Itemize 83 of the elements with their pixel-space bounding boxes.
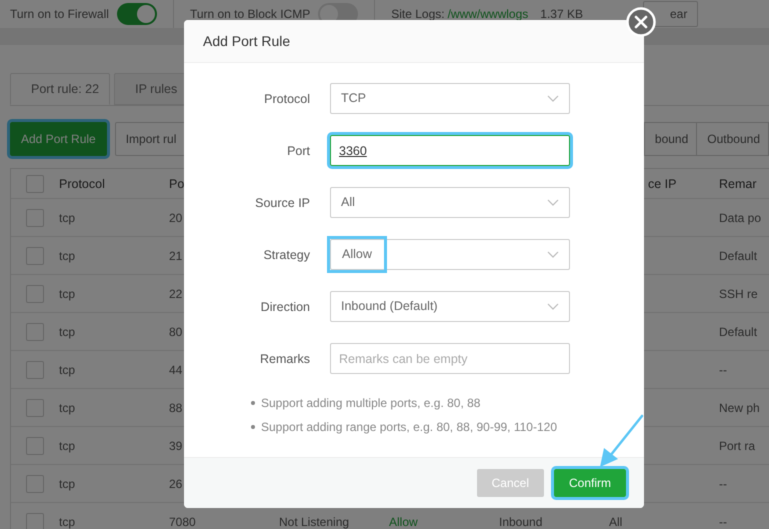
chevron-icon bbox=[547, 251, 559, 258]
field-label: Protocol bbox=[263, 92, 310, 106]
select-field[interactable]: TCP bbox=[330, 83, 570, 114]
field-label: Port bbox=[286, 144, 310, 158]
bullet-icon bbox=[251, 401, 255, 405]
checkbox[interactable] bbox=[26, 512, 44, 529]
column-header: Po bbox=[169, 176, 184, 190]
table-cell: 39 bbox=[169, 438, 182, 452]
column-header: Remar bbox=[719, 176, 757, 190]
hint-text: Support adding range ports, e.g. 80, 88, 90-99, 110-120 bbox=[261, 420, 557, 434]
table-cell: tcp bbox=[59, 438, 76, 452]
chevron-icon bbox=[547, 303, 559, 310]
table-cell: -- bbox=[719, 362, 727, 376]
checkbox[interactable] bbox=[26, 474, 44, 492]
checkbox[interactable] bbox=[26, 208, 44, 226]
arrow-drawing bbox=[600, 414, 644, 467]
add-rule-button[interactable]: Add Port Rule bbox=[10, 122, 107, 156]
close-icon[interactable] bbox=[626, 7, 656, 37]
tab[interactable]: Port rule: 22 bbox=[10, 73, 110, 105]
log-size: 1.37 KB bbox=[540, 7, 583, 21]
table-cell: tcp bbox=[59, 248, 76, 262]
checkbox[interactable] bbox=[26, 322, 44, 340]
chevron-icon bbox=[547, 199, 559, 206]
chevron-icon bbox=[547, 95, 559, 102]
table-cell: 80 bbox=[169, 324, 182, 338]
filter-button[interactable]: Outbound bbox=[696, 122, 769, 156]
table-cell: 21 bbox=[169, 248, 182, 262]
table-cell: Default bbox=[719, 248, 758, 262]
toggle-switch[interactable] bbox=[116, 3, 157, 25]
table-cell: -- bbox=[719, 476, 727, 490]
select-field[interactable]: All bbox=[330, 187, 570, 218]
table-cell: Data po bbox=[719, 210, 762, 224]
table-cell: 88 bbox=[169, 400, 182, 414]
dialog-title: Add Port Rule bbox=[203, 33, 290, 49]
confirm-button[interactable]: Confirm bbox=[554, 469, 626, 497]
table-cell: tcp bbox=[59, 286, 76, 300]
table-cell: tcp bbox=[59, 400, 76, 414]
checkbox[interactable] bbox=[26, 360, 44, 378]
table-cell: 20 bbox=[169, 210, 182, 224]
checkbox[interactable] bbox=[26, 436, 44, 454]
table-cell: New ph bbox=[719, 400, 760, 414]
select-value: TCP bbox=[340, 90, 367, 107]
table-cell: tcp bbox=[59, 514, 76, 528]
checkbox[interactable] bbox=[26, 174, 44, 192]
field-label: Direction bbox=[260, 300, 310, 314]
table-cell: Inbound bbox=[499, 514, 542, 528]
field-label: Source IP bbox=[254, 196, 310, 210]
select-value: Allow bbox=[330, 239, 384, 270]
input-field[interactable]: Remarks can be empty bbox=[330, 343, 570, 374]
filter-button[interactable]: bound bbox=[644, 122, 698, 156]
table-cell: -- bbox=[719, 514, 727, 528]
table-cell: 7080 bbox=[169, 514, 196, 528]
select-value: Inbound (Default) bbox=[340, 298, 439, 315]
table-cell: SSH re bbox=[719, 286, 758, 300]
checkbox[interactable] bbox=[26, 246, 44, 264]
select-field[interactable]: Allow bbox=[330, 239, 570, 270]
field-label: Strategy bbox=[262, 248, 310, 262]
table-cell: Default bbox=[719, 324, 758, 338]
select-field[interactable]: Inbound (Default) bbox=[330, 291, 570, 322]
table-cell: 44 bbox=[169, 362, 182, 376]
checkbox[interactable] bbox=[26, 284, 44, 302]
column-header: ce IP bbox=[647, 176, 676, 190]
table-cell: Port ra bbox=[719, 438, 756, 452]
table-cell: tcp bbox=[59, 476, 76, 490]
bullet-icon bbox=[251, 425, 255, 429]
table-cell: 22 bbox=[169, 286, 182, 300]
hint-text: Support adding multiple ports, e.g. 80, 88 bbox=[261, 396, 480, 410]
table-cell: tcp bbox=[59, 362, 76, 376]
table-cell: tcp bbox=[59, 210, 76, 224]
site-logs-label: Site Logs: bbox=[391, 7, 445, 21]
log-path-link[interactable]: /www/wwwlogs bbox=[448, 7, 528, 21]
table-cell: All bbox=[609, 514, 622, 528]
field-label: Remarks bbox=[258, 352, 310, 366]
toggle-label: Turn on to Firewall bbox=[10, 7, 109, 21]
select-value: All bbox=[340, 194, 356, 211]
table-cell: 26 bbox=[169, 476, 182, 490]
column-header: Protocol bbox=[59, 176, 105, 190]
checkbox[interactable] bbox=[26, 398, 44, 416]
table-cell: Allow bbox=[389, 514, 418, 528]
table-cell: tcp bbox=[59, 324, 76, 338]
input-field[interactable]: 3360 bbox=[330, 135, 570, 166]
table-cell: Not Listening bbox=[279, 514, 350, 528]
toggle-label: Turn on to Block ICMP bbox=[190, 7, 310, 21]
